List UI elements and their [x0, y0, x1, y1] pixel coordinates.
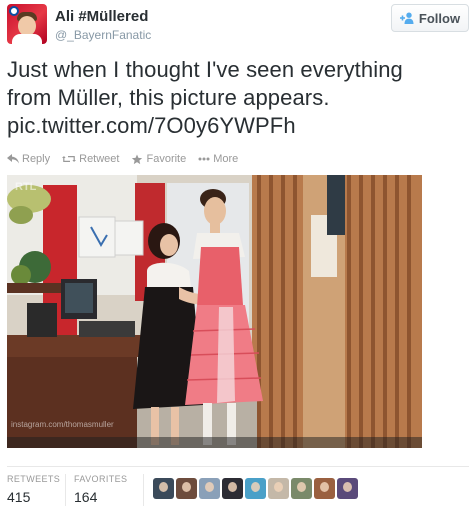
retweet-button[interactable]: Retweet: [62, 153, 119, 165]
avatar-shirt: [12, 34, 42, 44]
favoriters-avatars: [153, 478, 358, 499]
favoriter-avatar[interactable]: [268, 478, 289, 499]
tweet-text-line-2: from Müller, this picture appears.: [7, 85, 330, 110]
avatar-face: [18, 16, 36, 36]
favoriter-avatar[interactable]: [153, 478, 174, 499]
reply-label: Reply: [22, 153, 51, 165]
more-label: More: [213, 153, 239, 165]
tweet-actions: Reply Retweet Favorite More: [7, 153, 238, 165]
favorite-button[interactable]: Favorite: [131, 153, 186, 165]
user-avatar[interactable]: [7, 4, 47, 44]
favorites-count: 164: [74, 489, 98, 505]
user-handle[interactable]: @_BayernFanatic: [55, 28, 151, 42]
favorites-label: FAVORITES: [74, 474, 128, 484]
follow-button[interactable]: Follow: [391, 4, 469, 32]
more-dots-icon: [198, 157, 210, 161]
photo-scene: [7, 175, 422, 448]
tweet-media-link[interactable]: pic.twitter.com/7O0y6YWPFh: [7, 112, 467, 140]
favorite-label: Favorite: [146, 153, 187, 165]
retweets-stat[interactable]: RETWEETS 415: [7, 474, 60, 505]
photo-caption: instagram.com/thomasmuller: [11, 420, 114, 429]
more-button[interactable]: More: [198, 153, 238, 165]
favorites-stat[interactable]: FAVORITES 164: [74, 474, 127, 505]
favoriter-avatar[interactable]: [222, 478, 243, 499]
tweet-text-line-1: Just when I thought I've seen everything: [7, 57, 403, 82]
retweet-label: Retweet: [79, 153, 120, 165]
retweets-count: 415: [7, 489, 31, 505]
reply-button[interactable]: Reply: [7, 153, 50, 165]
retweets-label: RETWEETS: [7, 474, 61, 484]
tweet-text: Just when I thought I've seen everything…: [7, 56, 467, 140]
tweet-photo[interactable]: RTL instagram.com/thomasmuller: [7, 175, 422, 448]
retweet-icon: [62, 156, 77, 162]
stat-separator: [143, 474, 144, 506]
favoriter-avatar[interactable]: [291, 478, 312, 499]
stats-divider: [7, 466, 469, 467]
favoriter-avatar[interactable]: [245, 478, 266, 499]
stat-separator: [65, 474, 66, 506]
favoriter-avatar[interactable]: [314, 478, 335, 499]
favoriter-avatar[interactable]: [176, 478, 197, 499]
reply-icon: [7, 154, 19, 164]
star-icon: [132, 153, 143, 164]
follow-label: Follow: [418, 10, 461, 26]
photo-overlay-logo: RTL: [15, 181, 37, 193]
follow-person-icon: [399, 12, 414, 24]
user-name[interactable]: Ali #Müllered: [55, 8, 148, 25]
favoriter-avatar[interactable]: [337, 478, 358, 499]
favoriter-avatar[interactable]: [199, 478, 220, 499]
